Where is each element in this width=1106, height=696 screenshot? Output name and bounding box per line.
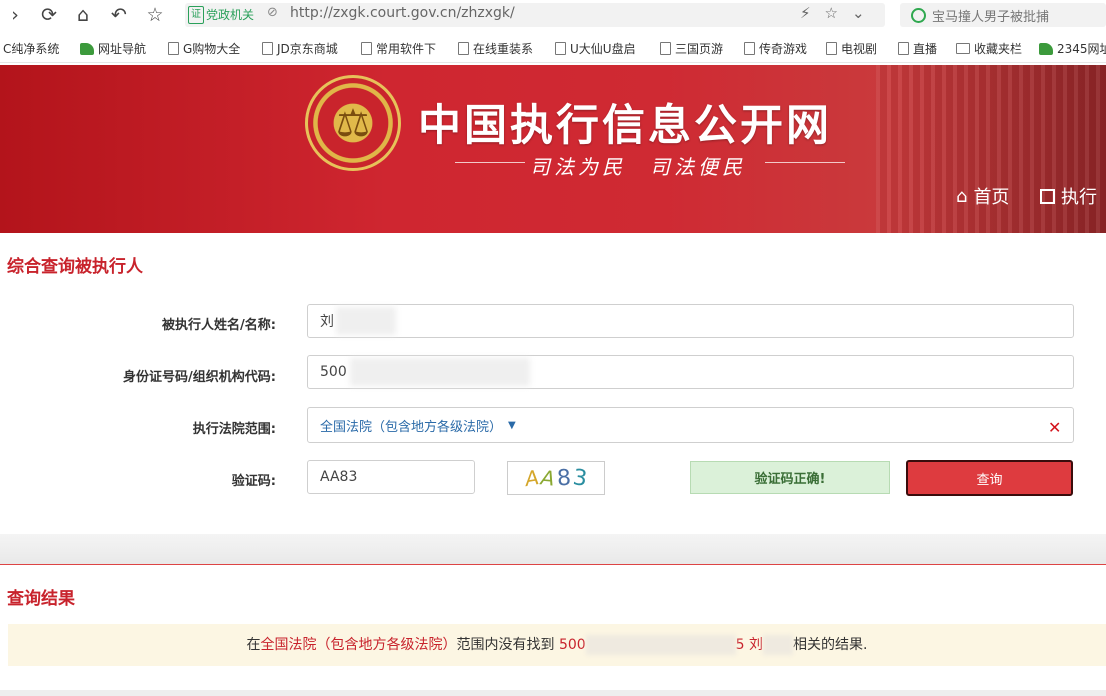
home-icon: ⌂	[956, 185, 968, 207]
chart-icon	[1040, 188, 1055, 204]
bookmark-item[interactable]: 传奇游戏	[744, 40, 807, 57]
redaction-blur	[585, 635, 736, 655]
results-name: 刘	[749, 637, 764, 653]
search-engine-icon	[911, 8, 926, 23]
court-select[interactable]: 全国法院（包含地方各级法院） ▼	[307, 407, 1074, 443]
site-logo-icon	[80, 42, 94, 55]
site-slogan: 司法为民 司法便民	[530, 155, 746, 179]
page-icon	[168, 42, 179, 55]
bookmark-item[interactable]: JD京东商城	[262, 40, 338, 57]
home-icon[interactable]: ⌂	[70, 2, 96, 28]
query-button[interactable]: 查询	[906, 460, 1073, 496]
page-icon	[458, 42, 469, 55]
results-id: 500	[558, 637, 586, 653]
scale-icon: ⚖	[335, 101, 371, 145]
redaction-blur	[350, 358, 530, 386]
no-image-icon[interactable]: ⊘	[267, 5, 278, 20]
captcha-label: 验证码:	[231, 474, 276, 489]
id-input-value: 500	[320, 364, 347, 380]
certificate-icon[interactable]: 证	[188, 6, 204, 24]
star-icon[interactable]: ☆	[142, 2, 168, 28]
page-bottom	[0, 690, 1106, 696]
site-banner: ⚖ 中国执行信息公开网 司法为民 司法便民 ⌂ 首页 执行	[0, 65, 1106, 233]
forward-icon[interactable]: ›	[2, 2, 28, 28]
id-input[interactable]: 500	[307, 355, 1074, 389]
slogan-divider-left	[455, 162, 525, 163]
lightning-icon[interactable]: ⚡	[800, 4, 825, 22]
captcha-char: 3	[571, 464, 589, 492]
url-text[interactable]: http://zxgk.court.gov.cn/zhzxgk/	[290, 5, 515, 21]
captcha-char: A	[523, 464, 541, 492]
bookmark-item[interactable]: 电视剧	[826, 40, 877, 57]
nav-exec[interactable]: 执行	[1040, 183, 1097, 209]
name-label: 被执行人姓名/名称:	[162, 318, 276, 333]
bookmark-item[interactable]: 2345网址	[1039, 40, 1106, 57]
undo-icon[interactable]: ↶	[106, 2, 132, 28]
slogan-divider-right	[765, 162, 845, 163]
captcha-input-value: AA83	[320, 469, 358, 485]
reload-icon[interactable]: ⟳	[36, 2, 62, 28]
court-label: 执行法院范围:	[192, 422, 276, 437]
page-icon	[744, 42, 755, 55]
bookmark-folder[interactable]: 收藏夹栏	[956, 40, 1022, 57]
page-icon	[660, 42, 671, 55]
captcha-char: 8	[555, 465, 572, 491]
bookmark-item[interactable]: U大仙U盘启	[555, 40, 636, 57]
results-court-link[interactable]: 全国法院（包含地方各级法院）	[260, 637, 456, 653]
page-icon	[361, 42, 372, 55]
page-icon	[898, 42, 909, 55]
favorite-icon[interactable]: ☆	[825, 4, 852, 22]
bookmark-item[interactable]: 直播	[898, 40, 937, 57]
name-input-value: 刘	[320, 314, 334, 330]
section-divider	[0, 534, 1106, 564]
name-input[interactable]: 刘	[307, 304, 1074, 338]
section-title: 综合查询被执行人	[7, 257, 143, 277]
captcha-char: A	[539, 465, 556, 491]
clear-icon[interactable]: ✕	[1048, 418, 1061, 437]
captcha-image[interactable]: A A 8 3	[507, 461, 605, 495]
chevron-down-icon[interactable]: ⌄	[852, 4, 879, 22]
captcha-input[interactable]: AA83	[307, 460, 475, 494]
bookmark-item[interactable]: 三国页游	[660, 40, 723, 57]
bookmarks-bar	[0, 34, 1106, 63]
results-title: 查询结果	[7, 589, 75, 609]
results-message: 在全国法院（包含地方各级法院）范围内没有找到 500 5 刘相关的结果.	[246, 635, 868, 655]
address-actions[interactable]: ⚡☆⌄	[800, 4, 879, 22]
bookmark-item[interactable]: G购物大全	[168, 40, 240, 57]
bookmark-item[interactable]: 常用软件下	[361, 40, 436, 57]
site-logo-icon	[1039, 42, 1053, 55]
court-select-value: 全国法院（包含地方各级法院）	[320, 419, 503, 435]
redaction-blur	[763, 635, 794, 655]
site-title: 中国执行信息公开网	[418, 101, 832, 151]
folder-icon	[956, 43, 970, 54]
page-icon	[826, 42, 837, 55]
nav-home[interactable]: ⌂ 首页	[956, 183, 1009, 209]
caret-down-icon: ▼	[508, 419, 516, 431]
divider-line	[0, 564, 1106, 565]
bookmark-item[interactable]: 网址导航	[80, 40, 146, 57]
bookmark-item[interactable]: C纯净系统	[3, 40, 59, 57]
id-label: 身份证号码/组织机构代码:	[123, 370, 276, 385]
captcha-status: 验证码正确!	[690, 461, 890, 494]
page-icon	[555, 42, 566, 55]
page-icon	[262, 42, 273, 55]
search-suggestion[interactable]: 宝马撞人男子被批捕	[932, 6, 1049, 25]
bookmark-item[interactable]: 在线重装系	[458, 40, 533, 57]
redaction-blur	[336, 307, 396, 335]
certificate-label: 党政机关	[206, 8, 255, 22]
